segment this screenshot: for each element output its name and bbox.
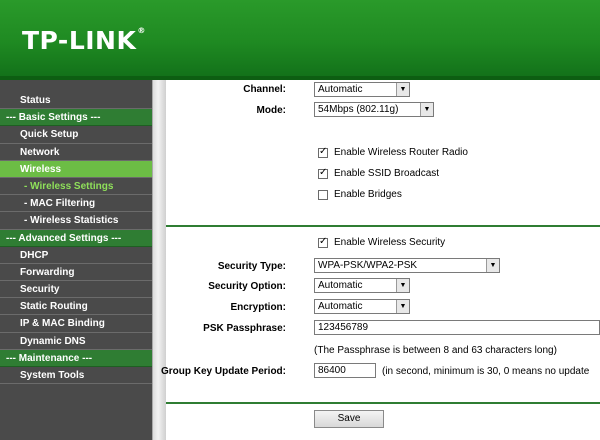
sidebar-item-wireless-settings[interactable]: - Wireless Settings — [0, 177, 152, 196]
mode-value: 54Mbps (802.11g) — [318, 104, 399, 115]
sidebar-item-forwarding[interactable]: Forwarding — [0, 263, 152, 282]
enable-security-label: Enable Wireless Security — [334, 237, 446, 248]
psk-passphrase-input[interactable]: 123456789 — [314, 320, 600, 335]
security-option-label: Security Option: — [208, 281, 286, 292]
channel-select[interactable]: Automatic ▼ — [314, 82, 410, 97]
security-option-select[interactable]: Automatic ▼ — [314, 278, 410, 293]
logo-registered-mark: ® — [137, 26, 146, 35]
enable-bridges-row[interactable]: Enable Bridges — [318, 189, 402, 200]
sidebar-item-network[interactable]: Network — [0, 143, 152, 161]
wireless-settings-panel: Channel: Automatic ▼ Mode: 54Mbps (802.1… — [161, 80, 600, 440]
security-type-value: WPA-PSK/WPA2-PSK — [318, 260, 418, 271]
sidebar-section-advanced: --- Advanced Settings --- — [0, 229, 152, 247]
security-type-select[interactable]: WPA-PSK/WPA2-PSK ▼ — [314, 258, 500, 273]
sidebar-menu: Status --- Basic Settings --- Quick Setu… — [0, 80, 152, 440]
sidebar-item-security[interactable]: Security — [0, 281, 152, 299]
enable-security-row[interactable]: Enable Wireless Security — [318, 236, 446, 248]
save-button[interactable]: Save — [314, 410, 384, 428]
encryption-label: Encryption: — [230, 302, 286, 313]
sidebar-section-basic: --- Basic Settings --- — [0, 109, 152, 127]
psk-passphrase-label: PSK Passphrase: — [203, 323, 286, 334]
chevron-down-icon: ▼ — [396, 279, 409, 292]
enable-security-checkbox[interactable] — [318, 236, 328, 248]
chevron-down-icon: ▼ — [396, 83, 409, 96]
enable-ssid-checkbox[interactable] — [318, 167, 328, 179]
sidebar-item-static-routing[interactable]: Static Routing — [0, 298, 152, 316]
enable-radio-label: Enable Wireless Router Radio — [334, 147, 468, 158]
sidebar-item-dhcp[interactable]: DHCP — [0, 246, 152, 264]
sidebar-section-maintenance: --- Maintenance --- — [0, 349, 152, 367]
sidebar-item-system-tools[interactable]: System Tools — [0, 367, 152, 385]
group-key-label: Group Key Update Period: — [160, 366, 286, 377]
psk-passphrase-note: (The Passphrase is between 8 and 63 char… — [314, 345, 557, 356]
chevron-down-icon: ▼ — [396, 300, 409, 313]
sidebar-top-gap — [0, 80, 152, 92]
mode-select[interactable]: 54Mbps (802.11g) ▼ — [314, 102, 434, 117]
sidebar-item-mac-filtering[interactable]: - MAC Filtering — [0, 195, 152, 213]
encryption-select[interactable]: Automatic ▼ — [314, 299, 410, 314]
enable-bridges-checkbox[interactable] — [318, 189, 328, 200]
security-type-label: Security Type: — [217, 261, 286, 272]
chevron-down-icon: ▼ — [420, 103, 433, 116]
tplink-logo: TP-LINK® — [22, 26, 146, 55]
group-key-note: (in second, minimum is 30, 0 means no up… — [382, 366, 590, 377]
section-divider-bottom — [166, 402, 600, 404]
section-divider-top — [166, 225, 600, 227]
encryption-value: Automatic — [318, 301, 363, 312]
sidebar-item-wireless-statistics[interactable]: - Wireless Statistics — [0, 212, 152, 230]
logo-text: TP-LINK — [22, 26, 137, 55]
sidebar-divider — [152, 80, 166, 440]
chevron-down-icon: ▼ — [486, 259, 499, 272]
sidebar-item-dynamic-dns[interactable]: Dynamic DNS — [0, 332, 152, 350]
header-banner: TP-LINK® — [0, 0, 600, 76]
enable-bridges-label: Enable Bridges — [334, 189, 402, 200]
security-option-value: Automatic — [318, 280, 363, 291]
enable-ssid-label: Enable SSID Broadcast — [334, 168, 440, 179]
enable-radio-row[interactable]: Enable Wireless Router Radio — [318, 146, 468, 158]
mode-label: Mode: — [256, 105, 286, 116]
enable-radio-checkbox[interactable] — [318, 146, 328, 158]
sidebar-item-wireless[interactable]: Wireless — [0, 160, 152, 178]
channel-value: Automatic — [318, 84, 363, 95]
group-key-input[interactable]: 86400 — [314, 363, 376, 378]
sidebar-item-ip-mac-binding[interactable]: IP & MAC Binding — [0, 315, 152, 333]
sidebar-item-quick-setup[interactable]: Quick Setup — [0, 126, 152, 144]
enable-ssid-row[interactable]: Enable SSID Broadcast — [318, 167, 440, 179]
sidebar-item-status[interactable]: Status — [0, 92, 152, 110]
channel-label: Channel: — [243, 84, 286, 95]
